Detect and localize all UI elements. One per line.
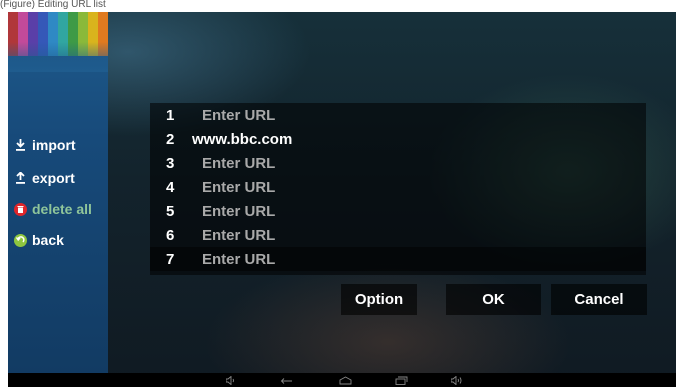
delete-all-label: delete all (32, 201, 92, 217)
url-list: 1 Enter URL 2 www.bbc.com 3 Enter URL 4 … (150, 103, 646, 275)
url-row-number: 3 (166, 154, 175, 172)
url-field[interactable]: Enter URL (202, 227, 275, 244)
ok-button[interactable]: OK (446, 284, 541, 315)
trash-icon (14, 202, 27, 216)
url-row-number: 5 (166, 202, 175, 220)
cancel-button[interactable]: Cancel (551, 284, 647, 315)
url-row-6[interactable]: 6 Enter URL (150, 223, 646, 247)
url-row-2[interactable]: 2 www.bbc.com (150, 127, 646, 151)
back-arrow-icon (14, 233, 27, 247)
app-screen: import export delete all back 1 Enter UR… (8, 12, 676, 387)
url-field[interactable]: Enter URL (202, 251, 275, 268)
url-row-3[interactable]: 3 Enter URL (150, 151, 646, 175)
download-icon (14, 139, 27, 152)
sidebar: import export delete all back (8, 12, 108, 373)
url-field[interactable]: Enter URL (202, 203, 275, 220)
back-button[interactable]: back (14, 232, 64, 248)
url-row-4[interactable]: 4 Enter URL (150, 175, 646, 199)
page-caption: (Figure) Editing URL list (0, 0, 676, 12)
export-label: export (32, 170, 75, 186)
url-row-number: 4 (166, 178, 175, 196)
recents-icon[interactable] (394, 375, 408, 385)
url-field[interactable]: www.bbc.com (192, 131, 292, 148)
url-row-7[interactable]: 7 Enter URL (150, 247, 646, 271)
url-field[interactable]: Enter URL (202, 155, 275, 172)
back-label: back (32, 232, 64, 248)
url-field[interactable]: Enter URL (202, 107, 275, 124)
back-icon[interactable] (279, 375, 293, 385)
export-button[interactable]: export (14, 170, 75, 186)
url-row-number: 1 (166, 106, 175, 124)
delete-all-button[interactable]: delete all (14, 201, 92, 217)
url-row-1[interactable]: 1 Enter URL (150, 103, 646, 127)
upload-icon (14, 172, 27, 185)
url-row-number: 7 (166, 250, 175, 268)
import-button[interactable]: import (14, 137, 76, 153)
volume-down-icon[interactable] (224, 375, 238, 385)
url-row-number: 6 (166, 226, 175, 244)
import-label: import (32, 137, 76, 153)
url-row-5[interactable]: 5 Enter URL (150, 199, 646, 223)
home-icon[interactable] (338, 375, 352, 385)
url-row-number: 2 (166, 130, 175, 148)
url-field[interactable]: Enter URL (202, 179, 275, 196)
system-nav-bar (8, 373, 676, 387)
option-button[interactable]: Option (341, 284, 417, 315)
volume-up-icon[interactable] (450, 375, 464, 385)
